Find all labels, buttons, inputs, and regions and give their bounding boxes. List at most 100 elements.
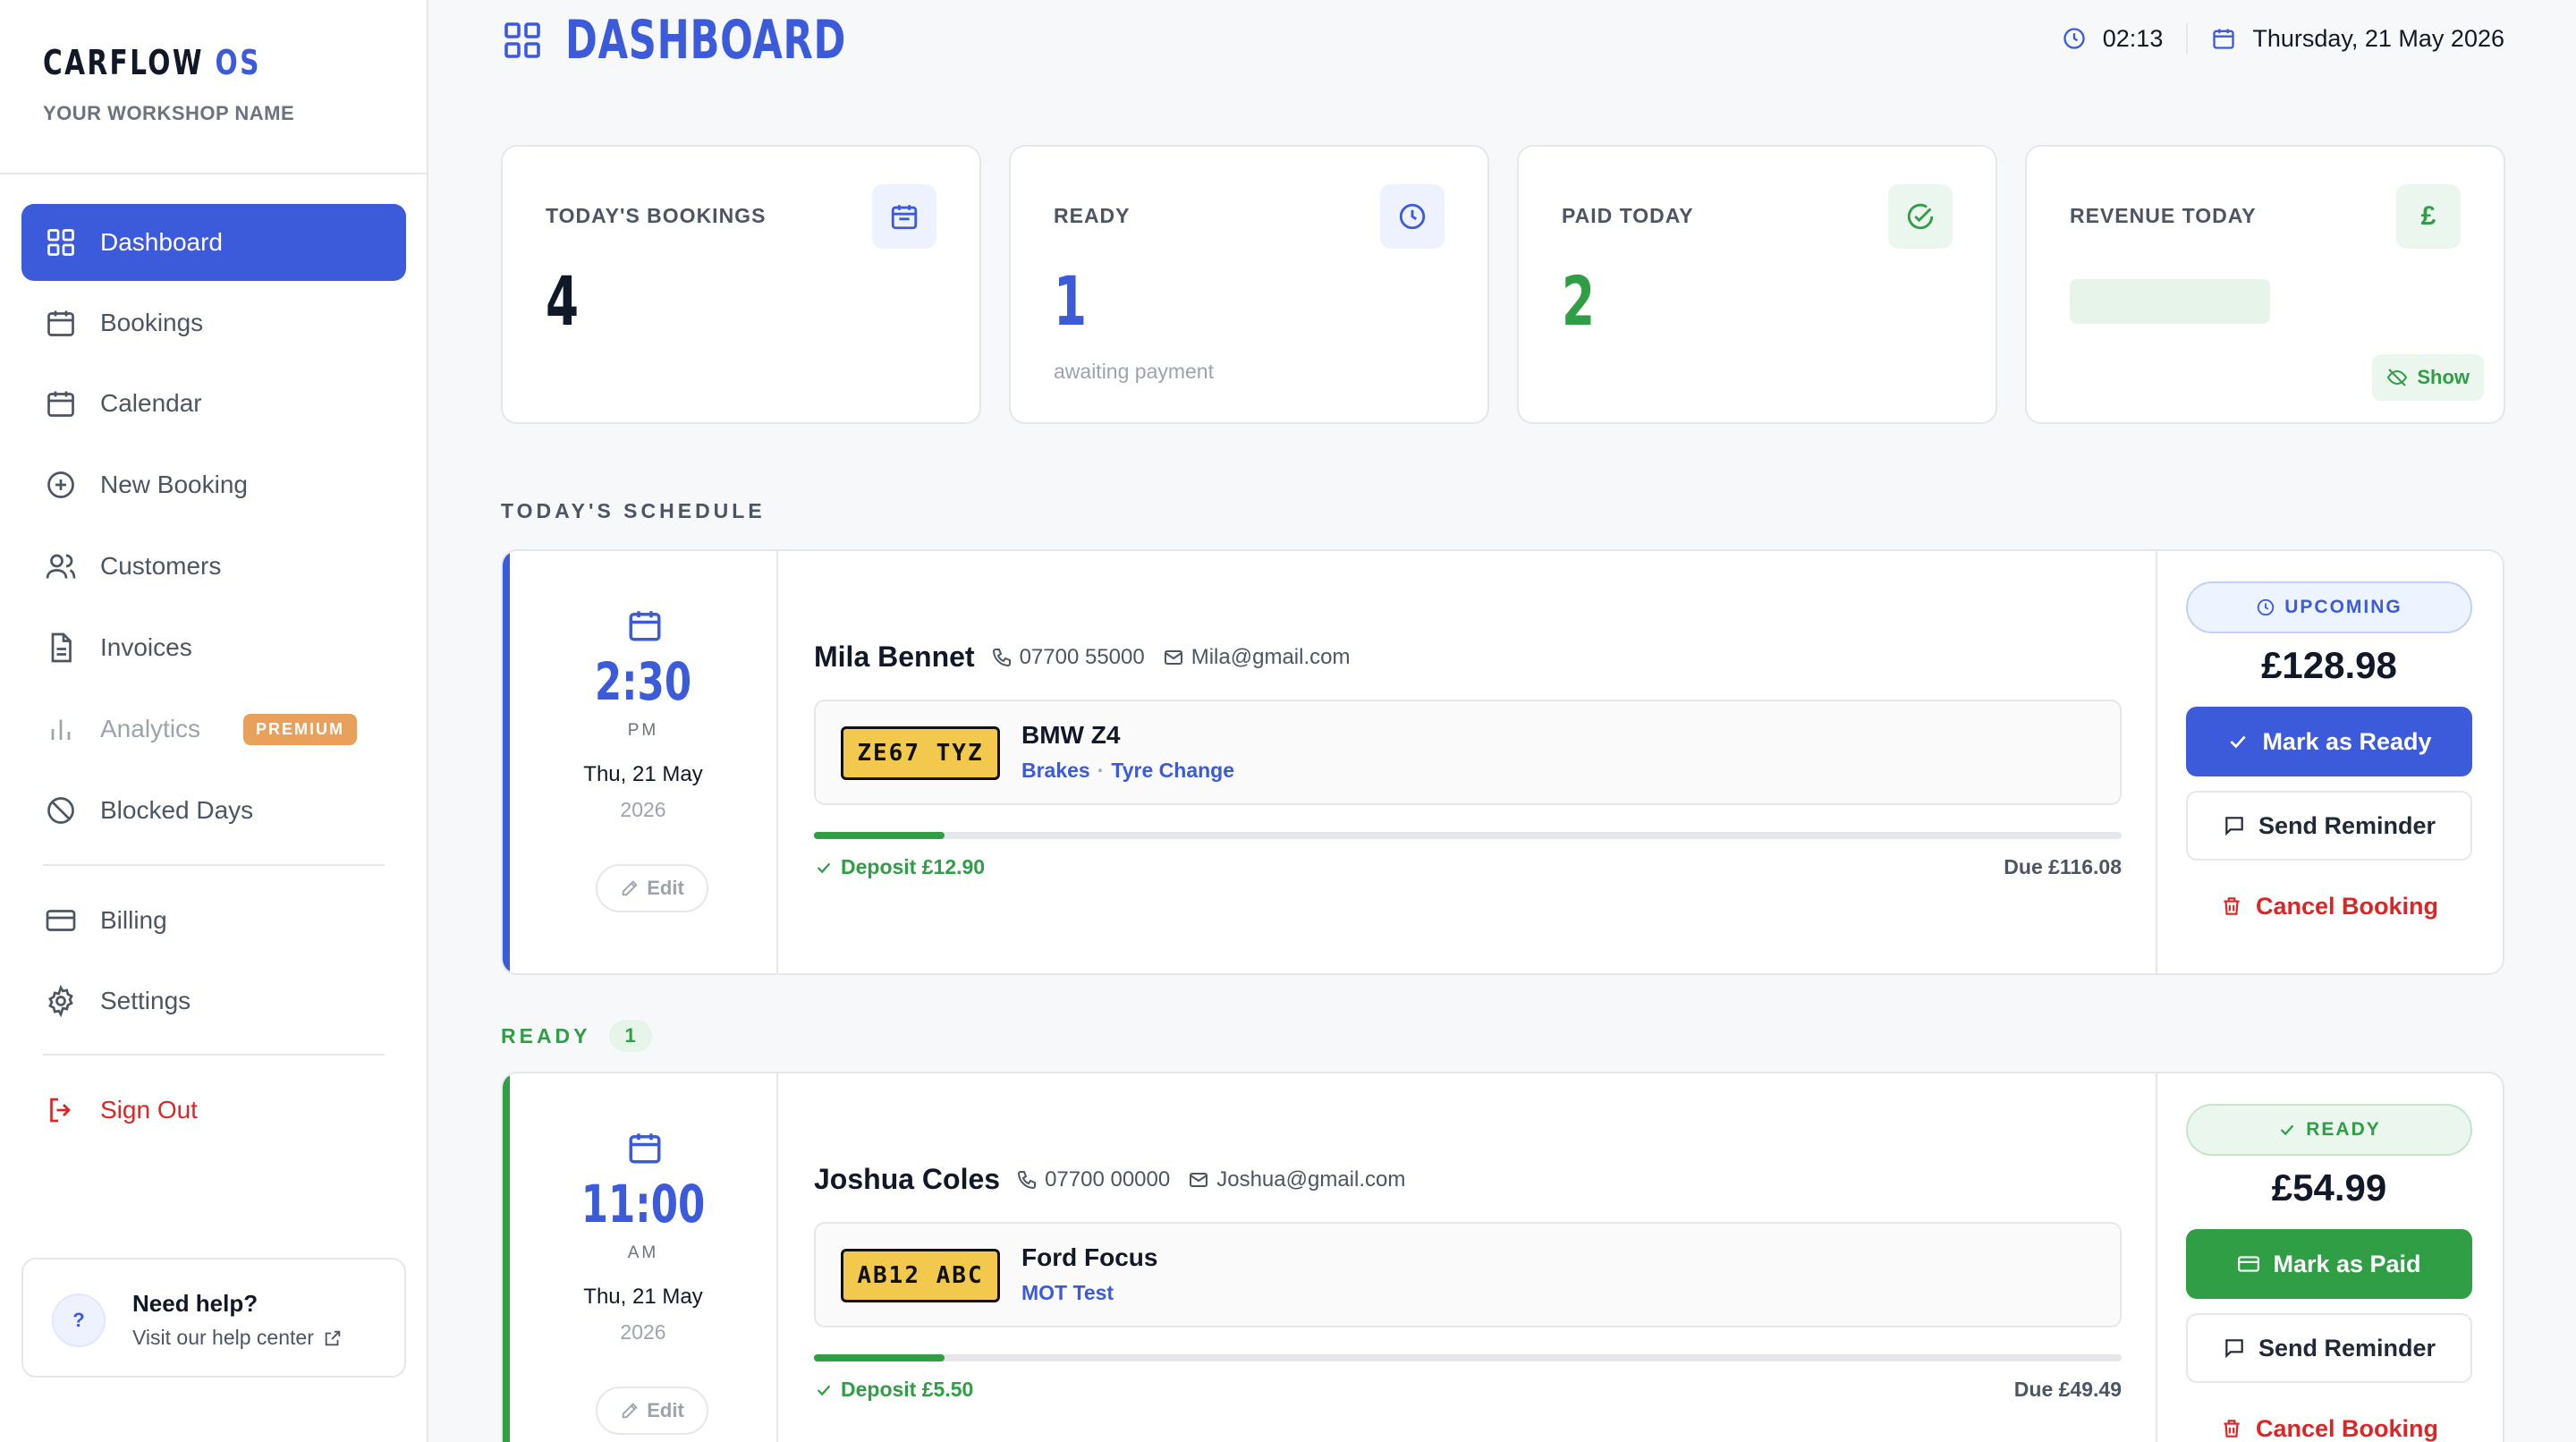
sidebar-item-blocked-days[interactable]: Blocked Days: [21, 772, 406, 849]
booking-date: Thu, 21 May: [583, 762, 703, 786]
help-card[interactable]: ? Need help? Visit our help center: [21, 1258, 406, 1378]
booking-actions: UPCOMING £128.98 Mark as Ready Send Remi…: [2156, 551, 2503, 973]
ban-icon: [47, 797, 74, 824]
edit-icon: [622, 880, 638, 896]
bar-chart-icon: [51, 719, 71, 740]
booking-ampm: PM: [627, 721, 659, 740]
send-reminder-button[interactable]: Send Reminder: [2186, 791, 2472, 861]
cancel-booking-button[interactable]: Cancel Booking: [2186, 1406, 2472, 1442]
customer-phone[interactable]: 07700 00000: [1045, 1167, 1170, 1192]
mark-as-ready-button[interactable]: Mark as Ready: [2186, 707, 2472, 776]
deposit-progress: [814, 832, 2122, 839]
calendar-icon: [2213, 29, 2235, 49]
vehicle-name: Ford Focus: [1021, 1243, 1158, 1271]
sidebar-item-sign-out[interactable]: Sign Out: [21, 1072, 406, 1149]
grid-icon: [47, 229, 74, 256]
customer-email[interactable]: Joshua@gmail.com: [1216, 1167, 1405, 1192]
booking-time-column: 2:30 PM Thu, 21 May 2026 Edit: [510, 551, 778, 973]
status-badge: UPCOMING: [2186, 581, 2472, 633]
current-date: Thursday, 21 May 2026: [2252, 24, 2504, 52]
plus-circle-icon: [47, 471, 74, 498]
sidebar-item-calendar[interactable]: Calendar: [21, 365, 406, 442]
customer-email[interactable]: Mila@gmail.com: [1191, 645, 1351, 670]
page-title: DASHBOARD: [501, 9, 955, 72]
check-icon: [817, 862, 831, 873]
mark-as-paid-button[interactable]: Mark as Paid: [2186, 1229, 2472, 1299]
stat-card-bookings: TODAY'S BOOKINGS 4: [501, 145, 981, 424]
sidebar-item-label: Bookings: [100, 309, 204, 336]
edit-button[interactable]: Edit: [596, 864, 708, 912]
calendar-icon: [47, 391, 74, 417]
help-center-link[interactable]: Visit our help center: [132, 1326, 343, 1350]
booking-time: 11:00: [580, 1174, 706, 1234]
sidebar-item-invoices[interactable]: Invoices: [21, 609, 406, 686]
trash-icon: [2224, 1420, 2240, 1438]
sidebar-item-label: Invoices: [100, 633, 192, 661]
sidebar-item-label: Settings: [100, 987, 191, 1014]
sidebar-item-settings[interactable]: Settings: [21, 963, 406, 1039]
vehicle-box: ZE67 TYZ BMW Z4 Brakes · Tyre Change: [814, 700, 2122, 805]
send-reminder-button[interactable]: Send Reminder: [2186, 1313, 2472, 1383]
divider: [0, 173, 427, 174]
stat-label: REVENUE TODAY: [2070, 204, 2257, 227]
users-icon: [46, 554, 76, 579]
stat-icon-box: [1380, 184, 1445, 249]
customer-info: Mila Bennet 07700 55000 Mila@gmail.com: [814, 640, 1350, 674]
customer-name[interactable]: Joshua Coles: [814, 1163, 1000, 1196]
sidebar-item-label: Blocked Days: [100, 796, 254, 824]
logout-icon: [50, 1098, 71, 1123]
stat-value: 4: [546, 261, 580, 341]
deposit-progress-fill: [814, 1354, 945, 1361]
booking-details: Mila Bennet 07700 55000 Mila@gmail.com Z…: [778, 551, 2156, 973]
divider: [2186, 23, 2189, 54]
vehicle-name: BMW Z4: [1021, 721, 1121, 749]
status-badge: READY: [2186, 1104, 2472, 1156]
booking-year: 2026: [620, 1320, 666, 1344]
booking-time-column: 11:00 AM Thu, 21 May 2026 Edit: [510, 1073, 778, 1442]
status-accent: [503, 551, 510, 973]
premium-badge: PREMIUM: [243, 713, 358, 745]
booking-date: Thu, 21 May: [583, 1285, 703, 1309]
stat-icon-box: [1888, 184, 1953, 249]
stat-icon-box: [872, 184, 936, 249]
edit-button[interactable]: Edit: [596, 1387, 708, 1435]
revenue-hidden-value: [2070, 279, 2270, 324]
sidebar-item-billing[interactable]: Billing: [21, 882, 406, 959]
calendar-icon: [629, 611, 661, 641]
message-icon: [2225, 1339, 2243, 1359]
sidebar-item-new-booking[interactable]: New Booking: [21, 446, 406, 523]
deposit-status: Deposit £12.90: [814, 855, 985, 879]
cancel-booking-button[interactable]: Cancel Booking: [2186, 884, 2472, 929]
clock-icon: [1399, 203, 1426, 230]
sidebar-item-analytics[interactable]: Analytics PREMIUM: [21, 691, 406, 768]
divider: [43, 1054, 385, 1056]
booking-details: Joshua Coles 07700 00000 Joshua@gmail.co…: [778, 1073, 2156, 1442]
check-icon: [817, 1385, 831, 1395]
clock-icon: [2258, 598, 2275, 616]
divider: [43, 864, 385, 866]
deposit-progress: [814, 1354, 2122, 1361]
sidebar-item-bookings[interactable]: Bookings: [21, 284, 406, 361]
check-icon: [2230, 735, 2247, 749]
sidebar-item-customers[interactable]: Customers: [21, 528, 406, 605]
sidebar: CARFLOW OS YOUR WORKSHOP NAME Dashboard …: [0, 0, 428, 1442]
show-revenue-button[interactable]: Show: [2372, 354, 2484, 401]
vehicle-box: AB12 ABC Ford Focus MOT Test: [814, 1222, 2122, 1327]
gear-icon: [48, 985, 73, 1017]
stat-subtext: awaiting payment: [1054, 360, 1214, 383]
document-icon: [51, 632, 72, 663]
brand-logo[interactable]: CARFLOW OS: [43, 43, 261, 82]
sidebar-item-dashboard[interactable]: Dashboard: [21, 204, 406, 281]
stat-value: 2: [1562, 261, 1596, 341]
customer-name[interactable]: Mila Bennet: [814, 640, 975, 674]
booking-card: 2:30 PM Thu, 21 May 2026 Edit Mila Benne…: [501, 549, 2504, 975]
sidebar-item-label: Dashboard: [100, 228, 223, 256]
booking-amount: £54.99: [2271, 1166, 2387, 1209]
sidebar-item-label: Sign Out: [100, 1096, 198, 1124]
customer-phone[interactable]: 07700 55000: [1020, 645, 1145, 670]
pound-icon: £: [2396, 184, 2461, 249]
deposit-progress-fill: [814, 832, 945, 839]
mail-icon: [1164, 649, 1182, 665]
stat-card-revenue: REVENUE TODAY £ Show: [2025, 145, 2505, 424]
calendar-icon: [47, 310, 74, 336]
